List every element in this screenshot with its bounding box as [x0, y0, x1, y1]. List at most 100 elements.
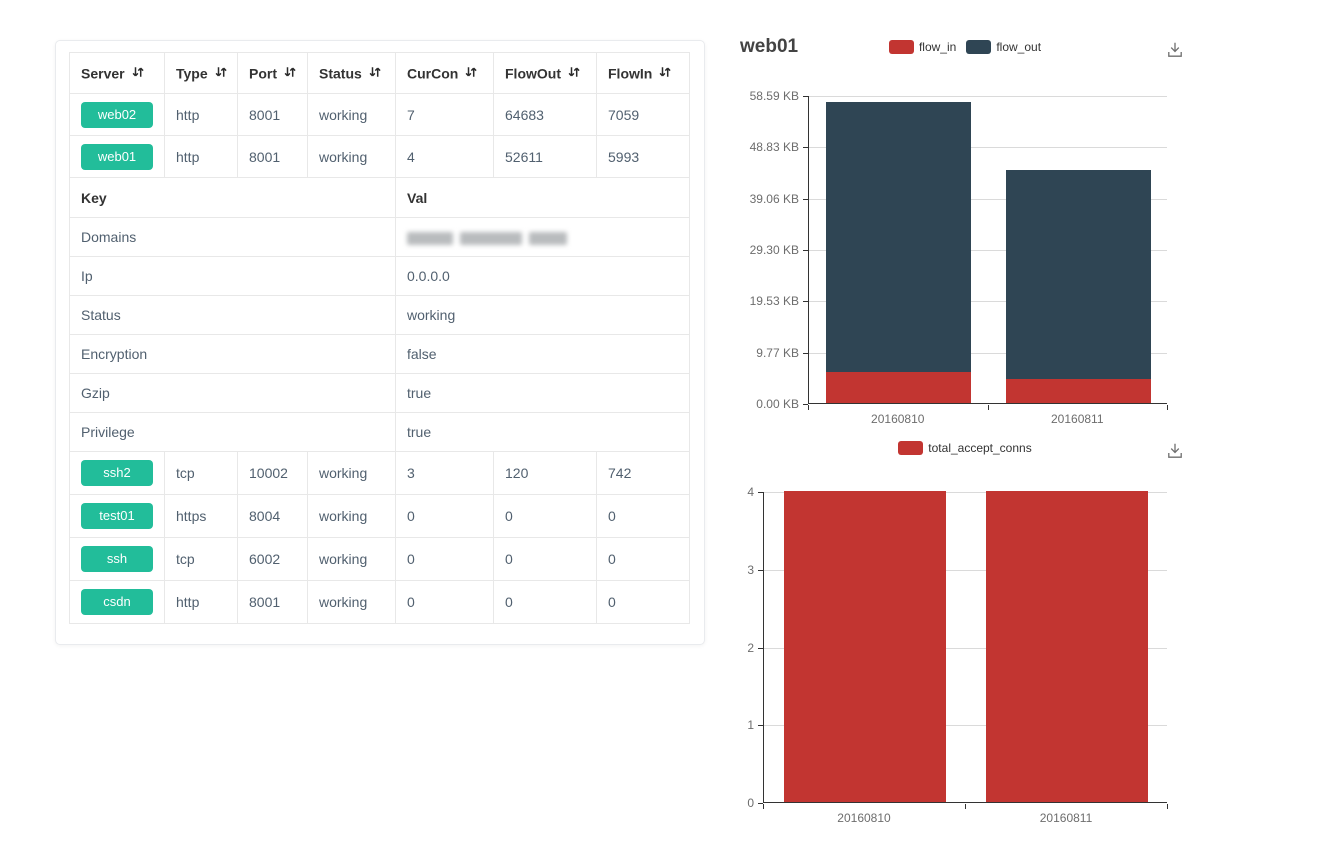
legend-total_accept_conns[interactable]: total_accept_conns [898, 441, 1031, 455]
y-axis-label: 1 [735, 718, 754, 732]
flowout-cell: 0 [494, 538, 597, 581]
y-axis-label: 29.30 KB [735, 243, 799, 257]
y-axis-tick [758, 570, 763, 571]
domains-value-redacted [407, 230, 574, 246]
port-cell: 8001 [238, 94, 308, 136]
plot-area [808, 96, 1167, 404]
y-axis-tick [803, 301, 808, 302]
flowin-cell: 742 [597, 452, 690, 495]
y-axis-label: 58.59 KB [735, 89, 799, 103]
flowin-cell: 0 [597, 581, 690, 624]
legend-label: flow_out [996, 40, 1041, 54]
port-cell: 8004 [238, 495, 308, 538]
table-header-row: Server Type PortStatus CurCon FlowOut FlowIn [70, 53, 690, 94]
legend-flow_out[interactable]: flow_out [966, 40, 1041, 54]
col-header-label: Server [81, 65, 125, 81]
port-cell: 8001 [238, 581, 308, 624]
y-axis-tick [758, 725, 763, 726]
x-axis-label: 20160810 [814, 811, 914, 825]
col-header-status[interactable]: Status [308, 53, 396, 94]
legend-swatch-flow_out [966, 40, 991, 54]
y-axis-tick [758, 648, 763, 649]
detail-key-cell: Ip [70, 257, 396, 296]
col-header-server[interactable]: Server [70, 53, 165, 94]
curcon-cell: 0 [396, 538, 494, 581]
download-icon[interactable] [1165, 40, 1185, 60]
col-header-curcon[interactable]: CurCon [396, 53, 494, 94]
col-header-label: Type [176, 65, 208, 81]
status-cell: working [308, 94, 396, 136]
x-axis-label: 20160810 [848, 412, 948, 426]
detail-val-header: Val [396, 178, 690, 218]
server-badge-test01[interactable]: test01 [81, 503, 153, 529]
detail-val-cell: 0.0.0.0 [396, 257, 690, 296]
port-cell: 6002 [238, 538, 308, 581]
y-axis-label: 9.77 KB [735, 346, 799, 360]
detail-key-cell: Status [70, 296, 396, 335]
detail-row-encryption: Encryptionfalse [70, 335, 690, 374]
detail-row-privilege: Privilegetrue [70, 413, 690, 452]
server-badge-csdn[interactable]: csdn [81, 589, 153, 615]
detail-row-domains: Domains [70, 218, 690, 257]
bar-flow_out-20160810 [826, 102, 971, 372]
server-table-head: Server Type PortStatus CurCon FlowOut FlowIn [70, 53, 690, 94]
sort-icon [214, 65, 228, 82]
curcon-cell: 0 [396, 581, 494, 624]
server-badge-web02[interactable]: web02 [81, 102, 153, 128]
gridline [809, 96, 1167, 97]
flowout-cell: 0 [494, 495, 597, 538]
curcon-cell: 4 [396, 136, 494, 178]
y-axis-label: 0 [735, 796, 754, 810]
detail-header-row: KeyVal [70, 178, 690, 218]
status-cell: working [308, 495, 396, 538]
y-axis-label: 3 [735, 563, 754, 577]
server-cell: web02 [70, 94, 165, 136]
col-header-label: CurCon [407, 65, 458, 81]
flowin-cell: 5993 [597, 136, 690, 178]
y-axis-tick [803, 147, 808, 148]
x-axis-tick [808, 405, 809, 410]
detail-val-cell: working [396, 296, 690, 335]
y-axis-label: 39.06 KB [735, 192, 799, 206]
port-cell: 10002 [238, 452, 308, 495]
chart-legend: flow_in flow_out [735, 40, 1195, 54]
legend-label: total_accept_conns [928, 441, 1031, 455]
y-axis-tick [803, 96, 808, 97]
detail-val-cell [396, 218, 690, 257]
download-icon[interactable] [1165, 441, 1185, 461]
type-cell: https [165, 495, 238, 538]
server-cell: ssh [70, 538, 165, 581]
x-axis-tick [965, 804, 966, 809]
server-table: ServerTypePortStatusCurConFlowOutFlowIn … [69, 52, 690, 624]
col-header-port[interactable]: Port [238, 53, 308, 94]
table-row-web01: web01http8001working4526115993 [70, 136, 690, 178]
legend-label: flow_in [919, 40, 956, 54]
server-badge-ssh[interactable]: ssh [81, 546, 153, 572]
redacted-blob [407, 232, 453, 245]
server-cell: ssh2 [70, 452, 165, 495]
col-header-label: FlowIn [608, 65, 652, 81]
table-row-web02: web02http8001working7646837059 [70, 94, 690, 136]
col-header-flowin[interactable]: FlowIn [597, 53, 690, 94]
x-axis-tick [988, 405, 989, 410]
detail-key-cell: Domains [70, 218, 396, 257]
table-row-test01: test01https8004working000 [70, 495, 690, 538]
x-axis-tick [763, 804, 764, 809]
detail-val-cell: true [396, 374, 690, 413]
conns-chart: total_accept_conns012342016081020160811 [735, 425, 1195, 845]
port-cell: 8001 [238, 136, 308, 178]
redacted-blob [460, 232, 522, 245]
col-header-type[interactable]: Type [165, 53, 238, 94]
server-cell: csdn [70, 581, 165, 624]
y-axis-label: 0.00 KB [735, 397, 799, 411]
server-table-card: ServerTypePortStatusCurConFlowOutFlowIn … [55, 40, 705, 645]
server-badge-web01[interactable]: web01 [81, 144, 153, 170]
x-axis-label: 20160811 [1016, 811, 1116, 825]
flowin-cell: 0 [597, 538, 690, 581]
detail-row-status: Statusworking [70, 296, 690, 335]
col-header-flowout[interactable]: FlowOut [494, 53, 597, 94]
server-cell: test01 [70, 495, 165, 538]
redacted-blob [529, 232, 567, 245]
server-badge-ssh2[interactable]: ssh2 [81, 460, 153, 486]
legend-flow_in[interactable]: flow_in [889, 40, 956, 54]
